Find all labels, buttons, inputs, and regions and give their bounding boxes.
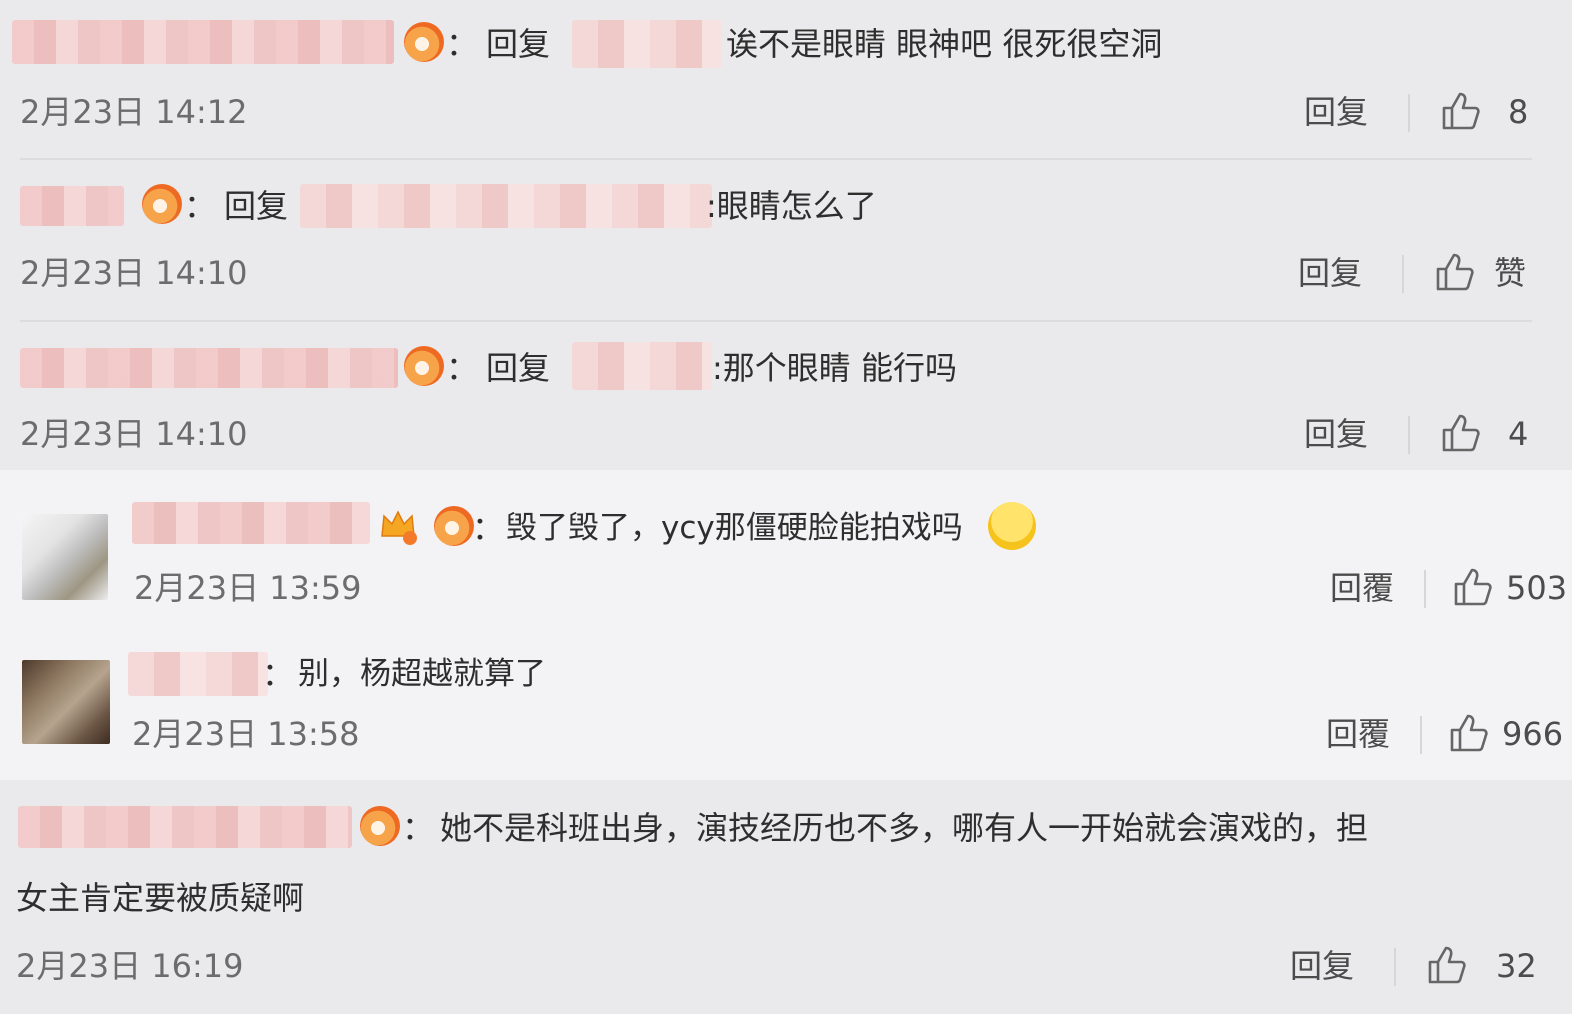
action-separator (1394, 948, 1396, 986)
comment-divider (20, 320, 1532, 322)
reply-prefix: 回复 (224, 187, 289, 225)
comment-time: 2月23日 16:19 (16, 947, 244, 985)
reply-button[interactable]: 回复 (1304, 414, 1368, 454)
fire-badge-icon (434, 506, 474, 546)
action-separator (1402, 255, 1404, 293)
avatar[interactable] (22, 514, 108, 600)
reply-button[interactable]: 回复 (1304, 92, 1368, 132)
username-blurred[interactable] (128, 652, 268, 696)
fire-badge-icon (360, 806, 400, 846)
username-blurred[interactable] (12, 20, 394, 64)
fire-badge-icon (142, 184, 182, 224)
action-separator (1408, 94, 1410, 132)
comment-text: :那个眼睛 能行吗 (712, 349, 957, 387)
comment-text-line2: 女主肯定要被质疑啊 (16, 879, 305, 917)
like-count: 966 (1502, 715, 1564, 753)
colon: ： (262, 655, 295, 693)
reply-button[interactable]: 回复 (1290, 946, 1354, 986)
crown-badge-icon (381, 510, 417, 545)
reply-prefix: 回复 (486, 25, 551, 63)
like-count: 4 (1508, 415, 1529, 453)
comment-text-line1: 她不是科班出身，演技经历也不多，哪有人一开始就会演戏的，担 (440, 809, 1369, 847)
comment-time: 2月23日 14:12 (20, 93, 248, 131)
username-blurred[interactable] (132, 502, 370, 544)
comment-text: 诶不是眼睛 眼神吧 很死很空洞 (726, 25, 1163, 63)
comment-time: 2月23日 13:59 (134, 569, 362, 607)
action-separator (1424, 570, 1426, 608)
avatar[interactable] (22, 660, 110, 744)
comment-time: 2月23日 13:58 (132, 715, 360, 753)
comment-text: 毁了毁了，ycy那僵硬脸能拍戏吗 (506, 510, 963, 546)
reply-target-blurred[interactable] (572, 342, 712, 390)
reply-button[interactable]: 回复 (1298, 253, 1362, 293)
like-count: 32 (1496, 947, 1537, 985)
thumb-up-icon[interactable] (1446, 710, 1490, 754)
cry-emoji-icon (988, 502, 1036, 550)
fire-badge-icon (404, 22, 444, 62)
comment-text: :眼睛怎么了 (706, 187, 877, 225)
action-separator (1408, 416, 1410, 454)
like-count: 赞 (1494, 254, 1527, 292)
fire-badge-icon (404, 346, 444, 386)
thumb-up-icon[interactable] (1424, 942, 1468, 986)
thumb-up-icon[interactable] (1450, 564, 1494, 608)
comment-time: 2月23日 14:10 (20, 254, 248, 292)
like-count: 503 (1506, 569, 1568, 607)
colon: ： (472, 509, 505, 547)
username-blurred[interactable] (20, 186, 124, 226)
comment-time: 2月23日 14:10 (20, 415, 248, 453)
like-count: 8 (1508, 93, 1529, 131)
reply-prefix: 回复 (486, 349, 551, 387)
username-blurred[interactable] (18, 806, 352, 848)
reply-button[interactable]: 回覆 (1330, 568, 1394, 608)
colon: ： (402, 809, 435, 847)
comment-text: 别，杨超越就算了 (298, 656, 546, 692)
thumb-up-icon[interactable] (1438, 410, 1482, 454)
action-separator (1420, 716, 1422, 754)
thumb-up-icon[interactable] (1438, 88, 1482, 132)
comment-divider (20, 158, 1532, 160)
username-blurred[interactable] (20, 348, 398, 388)
colon: ： (184, 187, 217, 225)
colon: ： (446, 25, 479, 63)
thumb-up-icon[interactable] (1432, 249, 1476, 293)
reply-button[interactable]: 回覆 (1326, 714, 1390, 754)
reply-target-blurred[interactable] (572, 20, 722, 68)
reply-target-blurred[interactable] (300, 184, 712, 228)
colon: ： (446, 349, 479, 387)
